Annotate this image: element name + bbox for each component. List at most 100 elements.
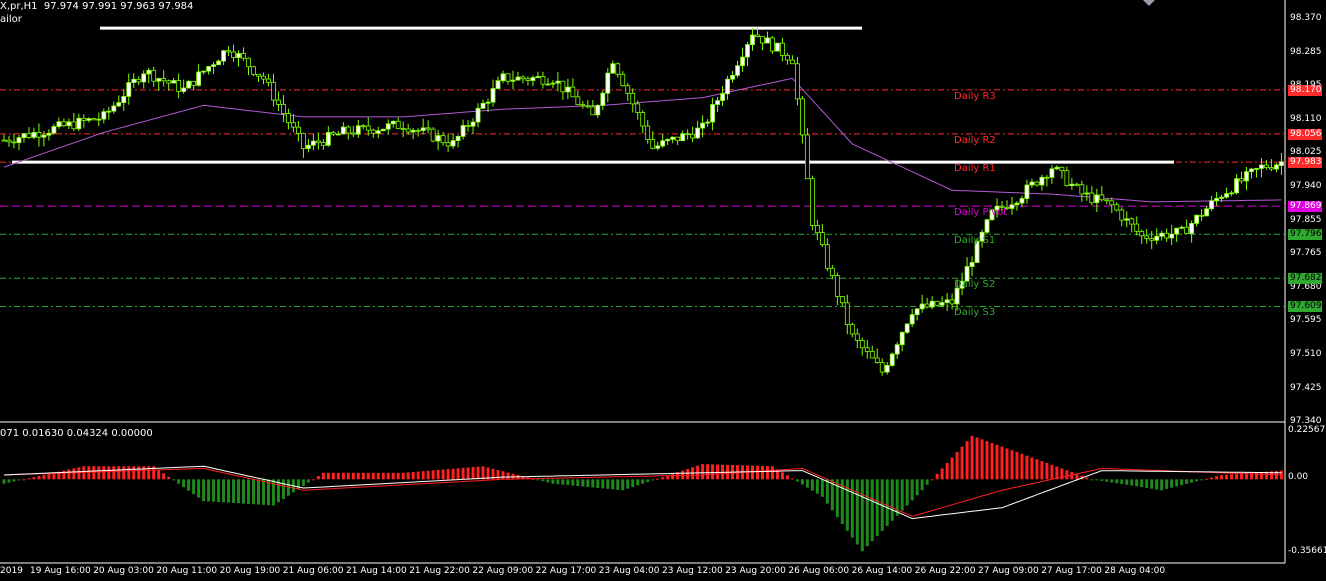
candle-body-164	[819, 232, 825, 246]
hist-bar-81	[406, 472, 410, 480]
candle-body-174	[869, 351, 875, 359]
candle-body-143	[715, 100, 720, 105]
candle-body-86	[430, 128, 436, 142]
hist-bar-77	[386, 472, 390, 480]
hist-bar-20	[102, 466, 106, 480]
time-tick-label: 21 Aug 14:00	[346, 566, 407, 576]
hist-bar-236	[1180, 479, 1184, 486]
hist-bar-7	[37, 476, 41, 480]
hist-bar-151	[755, 465, 759, 480]
hist-bar-252	[1259, 472, 1263, 480]
hist-bar-37	[187, 479, 191, 491]
candle-body-37	[186, 80, 192, 89]
price-tick-label: 98.025	[1290, 147, 1322, 158]
candle-body-84	[420, 127, 426, 131]
hist-bar-203	[1015, 452, 1019, 480]
hist-bar-36	[182, 479, 186, 488]
hist-bar-45	[227, 479, 231, 503]
candle-body-112	[560, 80, 566, 93]
candle-body-1	[6, 139, 12, 143]
candle-body-11	[56, 121, 62, 127]
hist-bar-217	[1085, 477, 1089, 480]
candle-body-179	[894, 344, 900, 355]
hist-bar-231	[1155, 479, 1159, 490]
hist-bar-172	[860, 479, 864, 552]
time-tick-label: 23 Aug 12:00	[662, 566, 723, 576]
symbol-header: X,pr,H1 97.974 97.991 97.963 97.984	[0, 1, 194, 12]
hist-bar-6	[32, 477, 36, 480]
price-tick-label: 97.855	[1290, 214, 1322, 225]
hist-bar-127	[636, 479, 640, 486]
hist-bar-68	[341, 472, 345, 480]
candle-body-256	[1279, 161, 1284, 166]
hist-bar-184	[920, 479, 924, 491]
candle-body-208	[1039, 176, 1045, 186]
candle-body-40	[201, 70, 207, 73]
candle-body-155	[775, 42, 780, 52]
candle-body-4	[21, 133, 27, 139]
manual-horizontal-lines[interactable]	[12, 26, 1174, 164]
candle-body-71	[355, 125, 361, 135]
hist-bar-239	[1195, 479, 1199, 482]
candle-body-212	[1059, 166, 1065, 172]
candle-body-249	[1244, 171, 1249, 182]
candle-body-154	[770, 37, 775, 52]
hist-bar-22	[112, 466, 116, 480]
candle-body-242	[1209, 200, 1214, 210]
candle-body-98	[490, 88, 496, 103]
hist-bar-33	[167, 476, 171, 480]
candle-body-240	[1199, 214, 1204, 217]
candle-body-34	[171, 80, 177, 84]
candle-body-202	[1009, 204, 1015, 209]
candles	[1, 26, 1284, 376]
candle-body-109	[545, 83, 551, 86]
candle-body-184	[919, 303, 925, 310]
hist-bar-220	[1100, 479, 1104, 481]
hist-bar-32	[162, 473, 166, 480]
candle-body-80	[400, 128, 406, 130]
hist-bar-34	[172, 479, 176, 481]
hist-bar-14	[72, 468, 76, 480]
hist-bar-48	[242, 479, 246, 504]
hist-bar-18	[92, 466, 96, 480]
candle-body-31	[156, 78, 162, 82]
candle-body-132	[660, 140, 666, 147]
candle-body-229	[1144, 235, 1150, 239]
price-chart[interactable]	[0, 0, 1326, 581]
hist-bar-205	[1025, 455, 1029, 480]
hist-bar-132	[661, 477, 665, 480]
hist-bar-95	[476, 466, 480, 480]
candle-body-250	[1249, 168, 1254, 172]
candle-body-142	[710, 104, 715, 123]
hist-bar-78	[391, 472, 395, 480]
candle-body-95	[475, 107, 481, 123]
candle-body-180	[899, 331, 905, 346]
hist-bar-207	[1035, 459, 1039, 480]
indicator-values: 071 0.01630 0.04324 0.00000	[0, 428, 153, 439]
price-tick-label: 97.765	[1290, 248, 1322, 259]
candle-body-119	[595, 105, 601, 116]
hist-bar-204	[1020, 453, 1024, 480]
time-tick-label: 23 Aug 04:00	[598, 566, 660, 576]
candle-body-181	[904, 323, 910, 333]
candle-body-56	[281, 104, 286, 114]
chart-shift-marker-icon[interactable]	[1143, 0, 1155, 6]
candle-body-33	[166, 80, 172, 84]
candle-body-189	[944, 299, 950, 303]
hist-bar-225	[1125, 479, 1129, 485]
candle-body-106	[530, 77, 536, 81]
candle-body-207	[1034, 181, 1040, 186]
hist-bar-244	[1220, 474, 1224, 480]
candle-body-96	[480, 102, 486, 109]
hist-bar-170	[850, 479, 854, 538]
hist-bar-198	[990, 442, 994, 480]
hist-bar-238	[1190, 479, 1194, 483]
hist-bar-1	[7, 479, 11, 483]
candle-body-153	[765, 37, 770, 44]
hist-bar-186	[930, 479, 934, 481]
candle-body-156	[780, 42, 785, 56]
indicator-name: ailor	[0, 14, 22, 25]
hist-bar-116	[581, 479, 585, 487]
hist-bar-93	[466, 467, 470, 480]
hist-bar-108	[541, 479, 545, 482]
